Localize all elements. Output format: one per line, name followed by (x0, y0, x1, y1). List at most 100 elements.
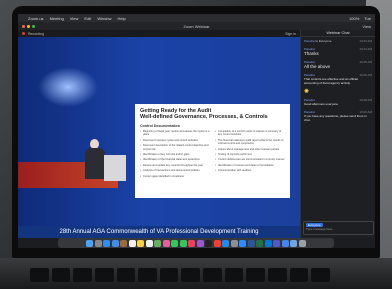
key (138, 268, 157, 282)
chat-message: Panelist 10:44 AM Thanks (301, 45, 375, 58)
key (224, 268, 244, 282)
trash-icon[interactable] (298, 239, 306, 247)
tv-icon[interactable] (205, 239, 213, 247)
slide-bullet: Identification of the financial statemen… (140, 158, 210, 162)
launchpad-icon[interactable] (94, 239, 102, 247)
mail-icon[interactable] (111, 239, 119, 247)
shared-video-stage: Getting Ready for the Audit Well-defined… (18, 37, 300, 226)
chat-sender: Panelist (304, 39, 315, 43)
meeting-status-bar: Recording Sign in (18, 30, 300, 37)
menu-meeting[interactable]: Meeting (50, 16, 64, 21)
slide-bullet: Control deficiencies are communicated in… (215, 158, 285, 162)
chat-body: Good afternoon everyone (304, 102, 339, 106)
appstore-icon[interactable] (222, 239, 230, 247)
key (51, 268, 71, 282)
chat-time: 10:48 AM (359, 98, 372, 102)
stage-light (38, 67, 98, 107)
speaker-body (85, 148, 105, 179)
key (203, 268, 222, 282)
music-icon[interactable] (188, 239, 196, 247)
slide-bullet: Inquire about management and other relev… (215, 148, 285, 152)
chat-body: If you have any questions, please send t… (304, 114, 367, 122)
slide-bullet: Document description of the related cont… (140, 144, 210, 151)
slide-bullet: The financial statement audit report ref… (215, 139, 285, 146)
safari-icon[interactable] (103, 239, 111, 247)
slide-bullet: Analysis of transactions and documented … (140, 169, 210, 173)
chat-body: All the above (304, 64, 331, 69)
sign-in-link[interactable]: Sign in (285, 32, 296, 36)
excel-icon[interactable] (256, 239, 264, 247)
view-button[interactable]: View (362, 24, 371, 29)
chat-time: 10:43 AM (359, 39, 372, 43)
recording-label[interactable]: Recording (28, 32, 44, 36)
slide-title-line2: Well-defined Governance, Processes, & Co… (140, 114, 268, 120)
chat-time: 10:44 AM (359, 47, 372, 51)
photos-icon[interactable] (162, 239, 170, 247)
menu-view[interactable]: View (70, 16, 79, 21)
notes-icon[interactable] (137, 239, 145, 247)
slide-bullet: Identification of owners and dates of re… (215, 164, 285, 168)
slide-bullet: Document business cycles and control act… (140, 139, 210, 143)
settings-icon[interactable] (230, 239, 238, 247)
menu-help[interactable]: Help (118, 16, 126, 21)
clock[interactable]: Tue (364, 16, 371, 21)
slide-left-column: Beginning of fiscal year, review and ass… (140, 130, 210, 180)
speaker-figure (84, 139, 106, 179)
teams-icon[interactable] (273, 239, 281, 247)
chat-body: That controls are effective and an offic… (304, 77, 358, 85)
window-title: Zoom Webinar (183, 23, 210, 29)
contacts-icon[interactable] (120, 239, 128, 247)
calendar-icon[interactable] (128, 239, 136, 247)
chat-time: 10:46 AM (359, 73, 372, 77)
podcasts-icon[interactable] (196, 239, 204, 247)
slide-section-label: Control Documentation (140, 124, 180, 128)
chat-message: Panelist 10:49 AM If you have any questi… (301, 108, 375, 124)
key (159, 268, 179, 282)
event-banner-text: 28th Annual AGA Commonwealth of VA Profe… (59, 229, 259, 235)
key (30, 268, 49, 282)
messages-icon[interactable] (171, 239, 179, 247)
slide-bullet: Testing of controls performed (215, 153, 285, 157)
laptop-screen: Zoom.us Meeting View Edit Window Help 10… (18, 14, 375, 248)
podium (104, 155, 126, 181)
finder-icon[interactable] (86, 239, 94, 247)
maps-icon[interactable] (154, 239, 162, 247)
chat-title: Webinar Chat (301, 30, 375, 37)
slide-right-column: Completion of a control matrix to captur… (215, 130, 285, 180)
key (289, 268, 309, 282)
event-banner: 28th Annual AGA Commonwealth of VA Profe… (18, 226, 300, 238)
key (116, 268, 136, 282)
key (246, 268, 266, 282)
chat-message: Panelist 10:45 AM All the above (301, 58, 375, 71)
chat-message: Panelist 10:46 AM That controls are effe… (301, 71, 375, 87)
sun-emoji-icon: ✺ (304, 89, 310, 95)
preview-icon[interactable] (290, 239, 298, 247)
battery-status[interactable]: 100% (349, 16, 359, 21)
chat-message: Panelist 10:48 AM Good afternoon everyon… (301, 96, 375, 108)
slide-bullet: Identification of key controls and/or ga… (140, 153, 210, 157)
reminders-icon[interactable] (145, 239, 153, 247)
key-row (30, 268, 330, 282)
key (94, 268, 114, 282)
outlook-icon[interactable] (264, 239, 272, 247)
chat-input-placeholder[interactable]: Type message here... (306, 227, 371, 231)
key (73, 268, 92, 282)
news-icon[interactable] (213, 239, 221, 247)
slide-bullet: Completion of a control matrix to captur… (215, 130, 285, 137)
key (268, 268, 287, 282)
facetime-icon[interactable] (179, 239, 187, 247)
recording-icon (22, 32, 25, 35)
chat-input[interactable]: Everyone Type message here... (303, 221, 374, 235)
menu-window[interactable]: Window (97, 16, 111, 21)
chrome-icon[interactable] (281, 239, 289, 247)
word-icon[interactable] (247, 239, 255, 247)
chat-time: 10:45 AM (359, 60, 372, 64)
key (181, 268, 201, 282)
chat-body: Thanks (304, 51, 319, 56)
menu-zoom[interactable]: Zoom.us (28, 16, 44, 21)
chat-recipient: to Everyone (315, 39, 332, 43)
mac-dock (58, 238, 334, 248)
slide-bullet: Review and update key controls throughou… (140, 164, 210, 168)
menu-edit[interactable]: Edit (84, 16, 91, 21)
zoom-icon[interactable] (239, 239, 247, 247)
